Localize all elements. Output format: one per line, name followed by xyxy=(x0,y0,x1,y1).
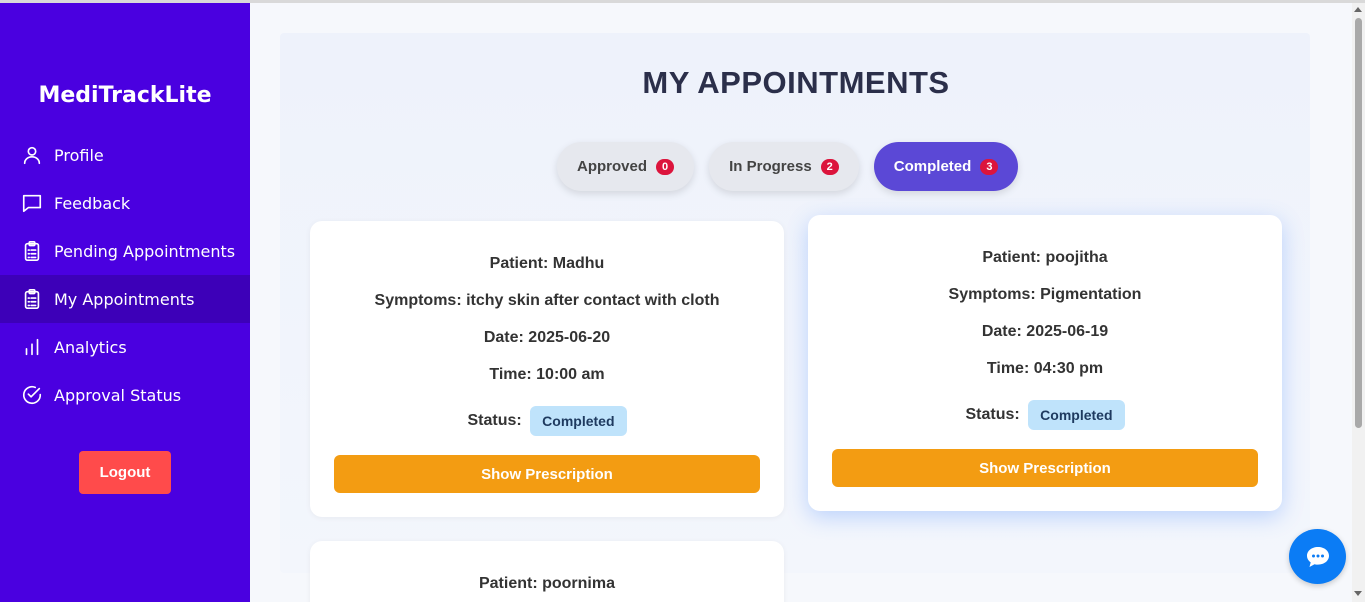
logout-button[interactable]: Logout xyxy=(79,451,171,494)
chat-button[interactable] xyxy=(1289,529,1346,584)
show-prescription-button[interactable]: Show Prescription xyxy=(334,455,760,493)
user-icon xyxy=(20,143,44,167)
clipboard-icon xyxy=(20,239,44,263)
appointment-time: Time: 10:00 am xyxy=(489,366,605,383)
sidebar-item-approval-status[interactable]: Approval Status xyxy=(0,371,250,419)
sidebar-item-my-appointments[interactable]: My Appointments xyxy=(0,275,250,323)
sidebar-item-profile[interactable]: Profile xyxy=(0,131,250,179)
count-badge: 0 xyxy=(656,158,675,175)
sidebar-item-label: My Appointments xyxy=(54,289,195,309)
status-label: Status: xyxy=(965,406,1020,424)
sidebar-item-analytics[interactable]: Analytics xyxy=(0,323,250,371)
tab-label: In Progress xyxy=(729,158,812,175)
main-content: MY APPOINTMENTS Approved 0 In Progress 2… xyxy=(250,3,1352,602)
sidebar-nav: Profile Feedback Pending Appointments My… xyxy=(0,131,250,419)
sidebar-item-feedback[interactable]: Feedback xyxy=(0,179,250,227)
appointment-date: Date: 2025-06-20 xyxy=(483,329,611,346)
tab-label: Completed xyxy=(893,158,972,175)
scrollbar-thumb[interactable] xyxy=(1355,18,1362,428)
patient-name: Patient: poornima xyxy=(478,575,615,592)
status-tabs: Approved 0 In Progress 2 Completed 3 xyxy=(557,142,1033,191)
tab-approved[interactable]: Approved 0 xyxy=(557,142,695,191)
scroll-down-arrow-icon[interactable] xyxy=(1354,591,1362,596)
check-circle-icon xyxy=(20,383,44,407)
patient-name: Patient: poojitha xyxy=(982,249,1108,266)
bar-chart-icon xyxy=(20,335,44,359)
vertical-scrollbar[interactable] xyxy=(1352,3,1365,602)
scroll-up-arrow-icon[interactable] xyxy=(1354,7,1362,12)
sidebar-item-label: Approval Status xyxy=(54,385,182,405)
brand-logo: MediTrackLite xyxy=(38,83,212,108)
count-badge: 2 xyxy=(820,158,839,175)
chat-bubble-icon xyxy=(20,191,44,215)
tab-in-progress[interactable]: In Progress 2 xyxy=(709,142,859,191)
appointment-card: Patient: poojitha Symptoms: Pigmentation… xyxy=(808,215,1282,511)
sidebar: MediTrackLite Profile Feedback Pending A… xyxy=(0,3,250,602)
sidebar-item-pending-appointments[interactable]: Pending Appointments xyxy=(0,227,250,275)
sidebar-item-label: Analytics xyxy=(54,337,127,357)
patient-name: Patient: Madhu xyxy=(489,255,605,272)
tab-label: Approved xyxy=(577,158,648,175)
status-row: Status: Completed xyxy=(808,400,1282,430)
clipboard-icon xyxy=(20,287,44,311)
status-badge: Completed xyxy=(1028,400,1125,430)
appointment-card: Patient: Madhu Symptoms: itchy skin afte… xyxy=(310,221,784,517)
appointment-date: Date: 2025-06-19 xyxy=(981,323,1109,340)
page-title: MY APPOINTMENTS xyxy=(642,65,950,100)
appointment-card: Patient: poornima xyxy=(310,541,784,602)
show-prescription-button[interactable]: Show Prescription xyxy=(832,449,1258,487)
status-label: Status: xyxy=(467,412,522,430)
status-badge: Completed xyxy=(530,406,627,436)
symptoms: Symptoms: Pigmentation xyxy=(948,286,1142,303)
chat-icon xyxy=(1305,545,1331,569)
symptoms: Symptoms: itchy skin after contact with … xyxy=(374,292,720,309)
sidebar-item-label: Profile xyxy=(54,145,104,165)
appointment-time: Time: 04:30 pm xyxy=(986,360,1104,377)
status-row: Status: Completed xyxy=(310,406,784,436)
sidebar-item-label: Feedback xyxy=(54,193,131,213)
tab-completed[interactable]: Completed 3 xyxy=(873,142,1019,191)
sidebar-item-label: Pending Appointments xyxy=(54,241,236,261)
count-badge: 3 xyxy=(980,158,999,175)
